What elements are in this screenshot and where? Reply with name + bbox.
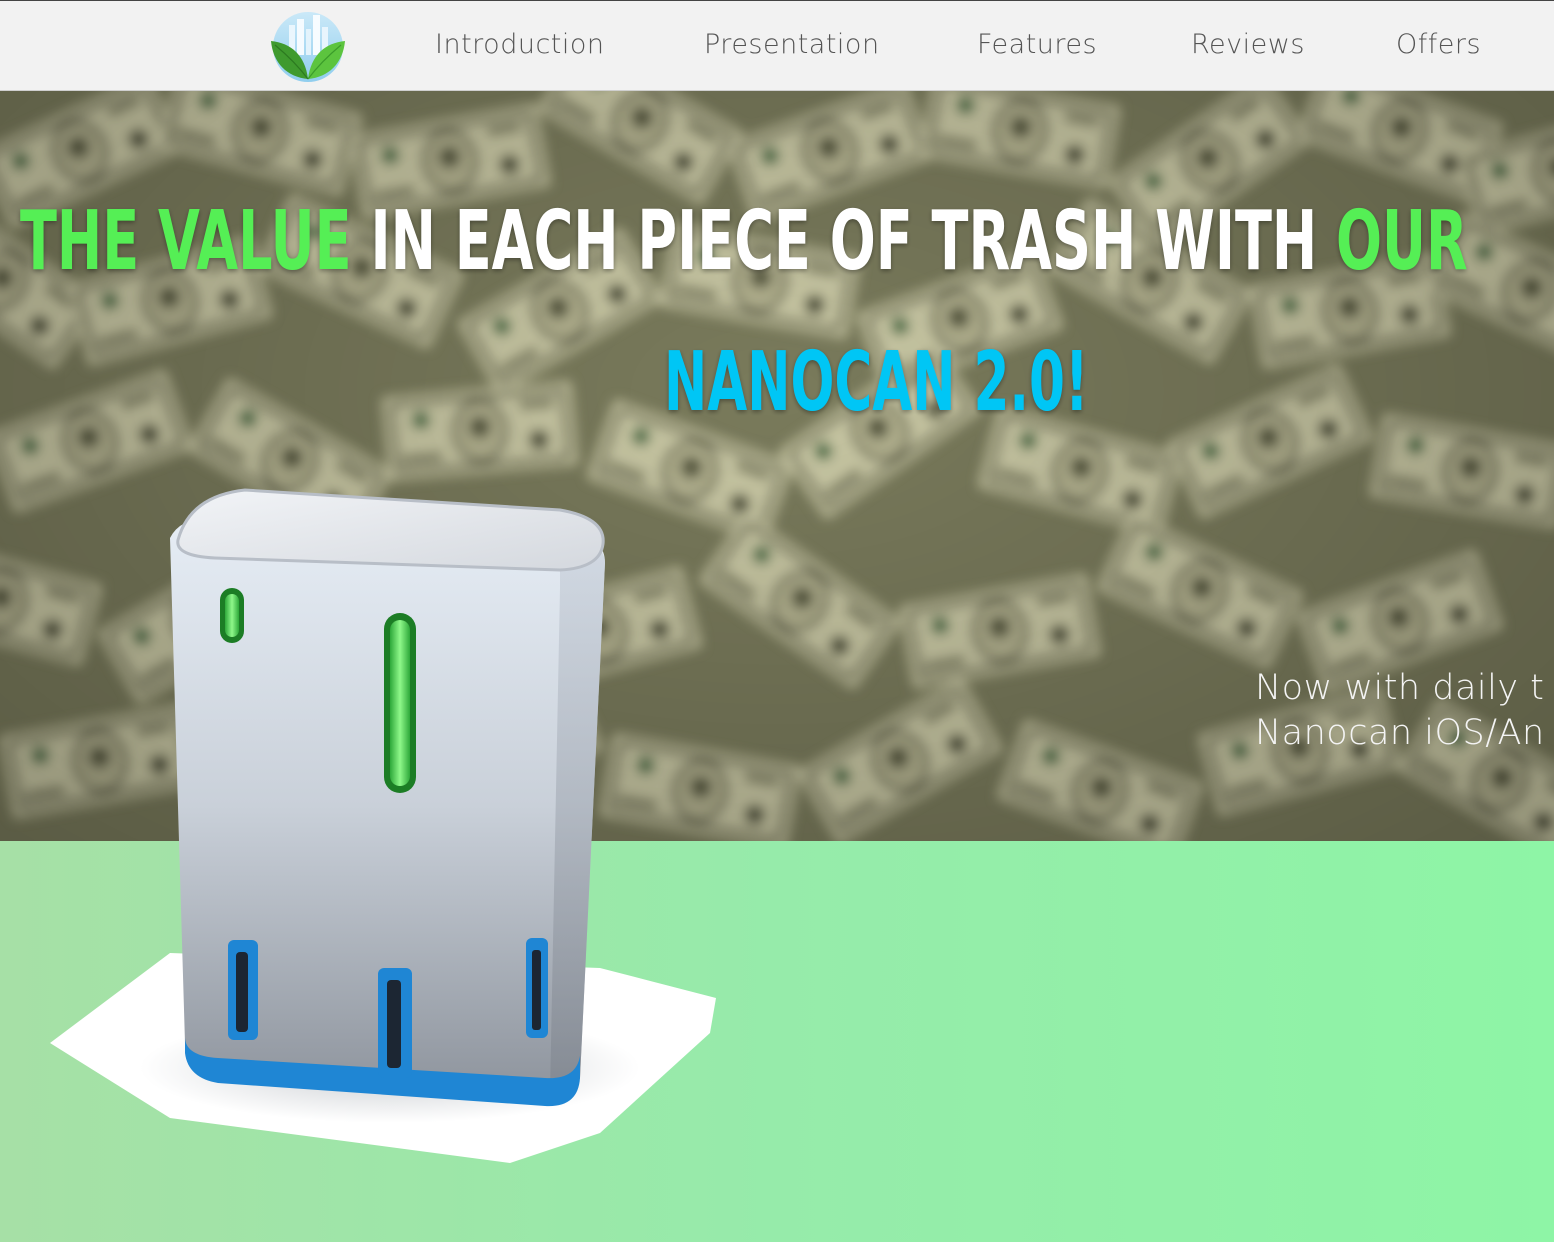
tagline-line-1: Now with daily t [1255, 668, 1545, 708]
nav-link-introduction[interactable]: Introduction [435, 29, 605, 60]
nav-link-features[interactable]: Features [977, 29, 1097, 60]
hero-headline: THE VALUE IN EACH PIECE OF TRASH WITH OU… [20, 192, 1468, 292]
nav-link-reviews[interactable]: Reviews [1191, 29, 1305, 60]
nav-link-offers[interactable]: Offers [1396, 29, 1481, 60]
nanocan-trash-bin-image [40, 478, 730, 1178]
headline-highlight-value: THE VALUE [20, 194, 352, 289]
tagline-line-2: Nanocan iOS/An [1255, 713, 1545, 753]
nav-link-presentation[interactable]: Presentation [704, 29, 880, 60]
headline-middle: IN EACH PIECE OF TRASH WITH [351, 194, 1337, 289]
hero-product-name: NANOCAN 2.0! [664, 335, 1089, 430]
hero-tagline: Now with daily t Nanocan iOS/An [1255, 666, 1545, 756]
headline-highlight-our: OUR [1336, 194, 1468, 289]
leaf-city-logo-icon[interactable] [269, 11, 347, 83]
top-navigation-bar: Introduction Presentation Features Revie… [0, 0, 1554, 91]
